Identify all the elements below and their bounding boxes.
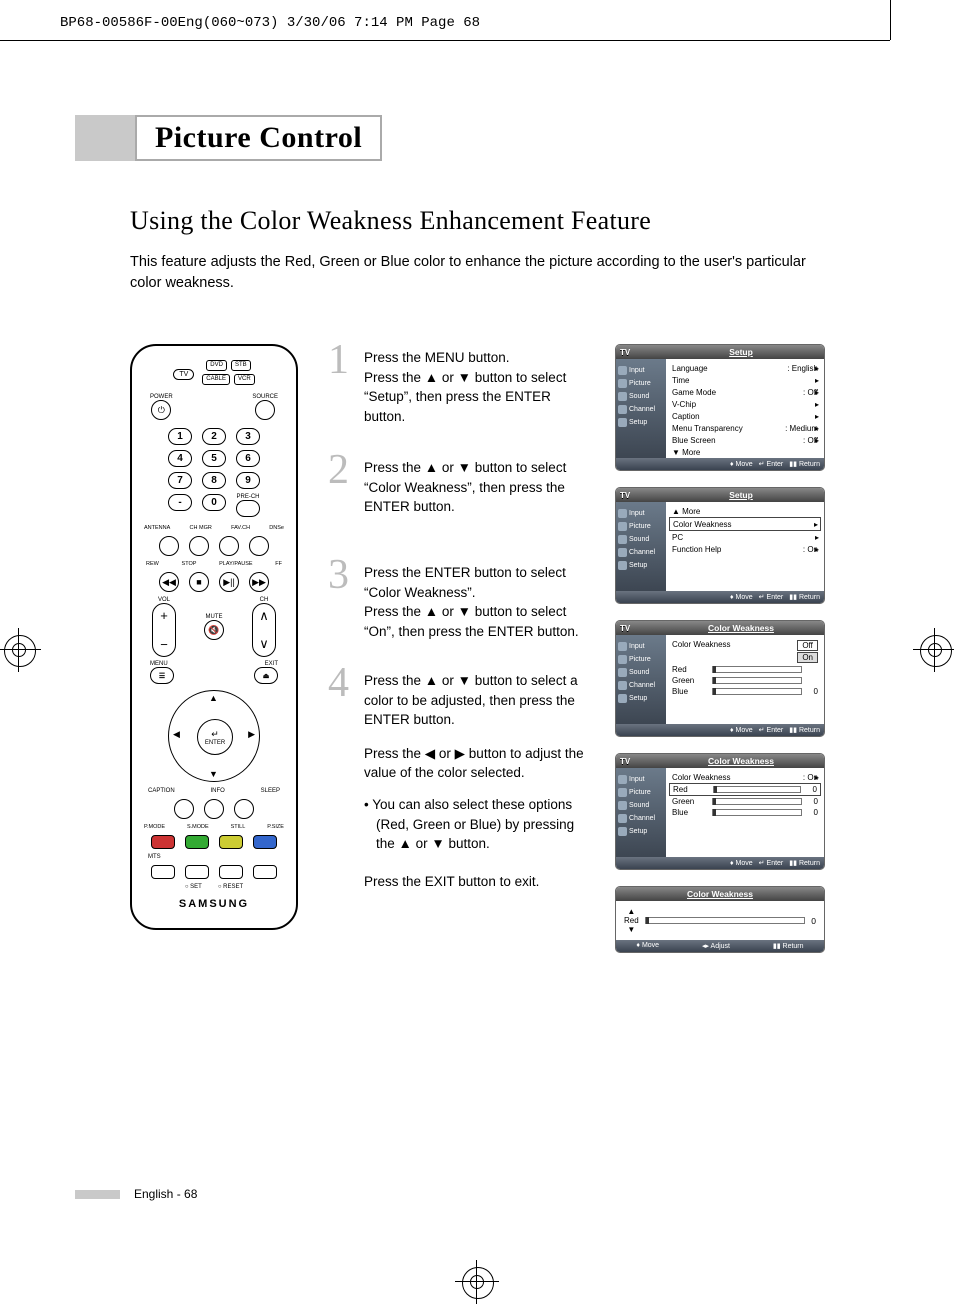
- extra-button-2[interactable]: [219, 865, 243, 879]
- psize-button[interactable]: [253, 835, 277, 849]
- step-4-text: Press the ▲ or ▼ button to select a colo…: [364, 667, 587, 891]
- caption-button[interactable]: [174, 799, 194, 819]
- favch-label: FAV.CH: [231, 525, 250, 531]
- sleep-label: SLEEP: [261, 788, 280, 794]
- dnse-button[interactable]: [249, 536, 269, 556]
- step-number-3: 3: [328, 559, 354, 593]
- info-label: INFO: [210, 788, 224, 794]
- step-1-text: Press the MENU button. Press the ▲ or ▼ …: [364, 344, 587, 426]
- ff-label: FF: [275, 561, 282, 567]
- enter-button[interactable]: ↵ENTER: [197, 719, 233, 755]
- remote-tv: TV: [173, 369, 194, 380]
- reset-label: RESET: [223, 884, 243, 890]
- step-number-1: 1: [328, 344, 354, 378]
- smode-button[interactable]: [185, 835, 209, 849]
- set-label: SET: [190, 884, 202, 890]
- vol-rocker[interactable]: +−: [152, 603, 176, 657]
- step-3-text: Press the ENTER button to select “Color …: [364, 559, 587, 641]
- chmgr-button[interactable]: [189, 536, 209, 556]
- mute-button[interactable]: 🔇: [204, 620, 224, 640]
- mts-label: MTS: [140, 854, 288, 860]
- vol-label: VOL: [152, 597, 176, 603]
- digit-2[interactable]: 2: [202, 428, 226, 445]
- remote-src-cable: CABLE: [202, 374, 230, 385]
- remote-control: TV DVD STB CABLE VCR POWER ⏻ SOURCE 123: [130, 344, 298, 930]
- intro-text: This feature adjusts the Red, Green or B…: [130, 252, 825, 294]
- menu-button[interactable]: ☰: [150, 667, 174, 684]
- ff-button[interactable]: ▶▶: [249, 572, 269, 592]
- still-button[interactable]: [219, 835, 243, 849]
- prech-button[interactable]: [236, 500, 260, 517]
- mts-button[interactable]: [151, 865, 175, 879]
- still-label: STILL: [231, 824, 246, 830]
- digit-dash[interactable]: -: [168, 494, 192, 511]
- rew-button[interactable]: ◀◀: [159, 572, 179, 592]
- print-header: BP68-00586F-00Eng(060~073) 3/30/06 7:14 …: [60, 15, 480, 31]
- nav-pad[interactable]: ▲ ▼ ◀ ▶ ↵ENTER: [168, 690, 260, 782]
- digit-1[interactable]: 1: [168, 428, 192, 445]
- dnse-label: DNSe: [269, 525, 284, 531]
- pmode-label: P.MODE: [144, 824, 165, 830]
- caption-label: CAPTION: [148, 788, 175, 794]
- exit-button[interactable]: ⏏: [254, 667, 278, 684]
- digit-6[interactable]: 6: [236, 450, 260, 467]
- extra-button-1[interactable]: [185, 865, 209, 879]
- brand-logo: SAMSUNG: [140, 898, 288, 910]
- remote-src-dvd: DVD: [206, 360, 227, 371]
- chapter-title: Picture Control: [135, 115, 382, 161]
- antenna-label: ANTENNA: [144, 525, 170, 531]
- digit-7[interactable]: 7: [168, 472, 192, 489]
- chmgr-label: CH MGR: [190, 525, 212, 531]
- ch-rocker[interactable]: ∧∨: [252, 603, 276, 657]
- osd-adjust-bar: Color Weakness ▲Red▼ 0 ♦ Move◂▸ Adjust▮▮…: [615, 886, 825, 953]
- ch-label: CH: [252, 597, 276, 603]
- digit-5[interactable]: 5: [202, 450, 226, 467]
- remote-src-vcr: VCR: [234, 374, 255, 385]
- source-button[interactable]: [255, 400, 275, 420]
- digit-8[interactable]: 8: [202, 472, 226, 489]
- step-2-text: Press the ▲ or ▼ button to select “Color…: [364, 454, 587, 517]
- step-number-2: 2: [328, 454, 354, 488]
- osd-screen-3: TVColor Weakness InputPictureSoundChanne…: [615, 620, 825, 737]
- pmode-button[interactable]: [151, 835, 175, 849]
- power-button[interactable]: ⏻: [151, 400, 171, 420]
- info-button[interactable]: [204, 799, 224, 819]
- page-footer: English - 68: [75, 1187, 197, 1201]
- osd-screen-1: TVSetup InputPictureSoundChannelSetup La…: [615, 344, 825, 471]
- digit-3[interactable]: 3: [236, 428, 260, 445]
- step-number-4: 4: [328, 667, 354, 701]
- digit-4[interactable]: 4: [168, 450, 192, 467]
- psize-label: P.SIZE: [267, 824, 284, 830]
- stop-label: STOP: [182, 561, 197, 567]
- extra-button-3[interactable]: [253, 865, 277, 879]
- favch-button[interactable]: [219, 536, 239, 556]
- digit-0[interactable]: 0: [202, 494, 226, 511]
- osd-screen-4: TVColor Weakness InputPictureSoundChanne…: [615, 753, 825, 870]
- rew-label: REW: [146, 561, 159, 567]
- remote-src-stb: STB: [231, 360, 251, 371]
- play-button[interactable]: ▶||: [219, 572, 239, 592]
- osd-screen-2: TVSetup InputPictureSoundChannelSetup ▲ …: [615, 487, 825, 604]
- digit-9[interactable]: 9: [236, 472, 260, 489]
- section-heading: Using the Color Weakness Enhancement Fea…: [130, 206, 825, 236]
- smode-label: S.MODE: [187, 824, 209, 830]
- sleep-button[interactable]: [234, 799, 254, 819]
- stop-button[interactable]: ■: [189, 572, 209, 592]
- play-label: PLAY/PAUSE: [219, 561, 252, 567]
- antenna-button[interactable]: [159, 536, 179, 556]
- chapter-title-bar: Picture Control: [75, 115, 825, 161]
